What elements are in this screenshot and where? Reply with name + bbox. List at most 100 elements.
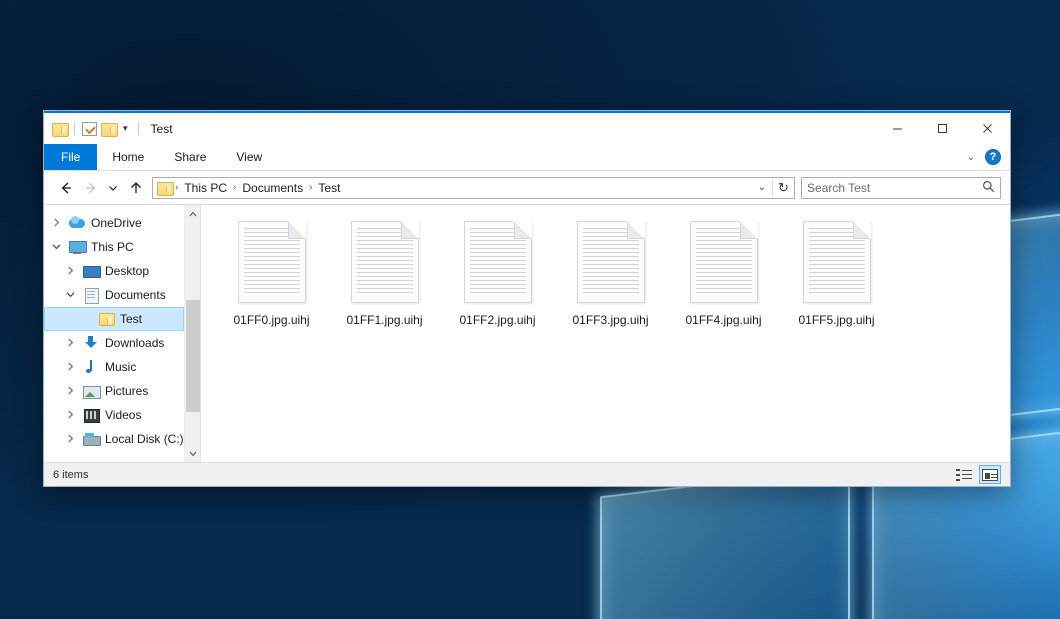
chevron-right-icon[interactable] — [64, 362, 77, 373]
breadcrumb-item-test[interactable]: Test — [313, 181, 345, 195]
chevron-right-icon[interactable] — [64, 410, 77, 421]
generic-document-icon — [803, 221, 871, 303]
chevron-down-icon[interactable] — [64, 290, 77, 300]
scroll-down-icon[interactable] — [185, 445, 201, 462]
sidebar-item-label: Desktop — [105, 264, 149, 278]
sidebar-item-pictures[interactable]: Pictures — [44, 379, 184, 403]
file-name-label: 01FF1.jpg.uihj — [346, 313, 422, 327]
pictures-icon — [83, 383, 99, 399]
chevron-down-icon[interactable]: ▾ — [120, 124, 131, 133]
folder-tree: OneDrive This PC Desktop DocumentsTest Downl… — [44, 205, 184, 462]
scroll-up-icon[interactable] — [185, 205, 201, 222]
view-toggle-group — [953, 465, 1001, 484]
file-grid: 01FF0.jpg.uihj 01FF1.jpg.uihj 01FF2.jpg.ui… — [215, 217, 1010, 337]
sidebar-item-downloads[interactable]: Downloads — [44, 331, 184, 355]
navigation-scrollbar[interactable] — [184, 205, 200, 462]
properties-checkbox-icon[interactable] — [82, 122, 97, 136]
sidebar-item-music[interactable]: Music — [44, 355, 184, 379]
sidebar-item-label: Music — [105, 360, 136, 374]
refresh-icon[interactable]: ↻ — [772, 180, 794, 196]
sidebar-item-onedrive[interactable]: OneDrive — [44, 211, 184, 235]
page-fold-corner — [740, 221, 758, 239]
chevron-down-icon[interactable] — [50, 242, 63, 252]
generic-document-icon — [238, 221, 306, 303]
desktop: ▾ Test File Home Share View — [0, 0, 1060, 619]
help-icon[interactable]: ? — [985, 149, 1001, 165]
file-item[interactable]: 01FF2.jpg.uihj — [441, 217, 554, 337]
sidebar-item-documents[interactable]: Documents — [44, 283, 184, 307]
disk-icon — [83, 431, 99, 447]
expand-ribbon-icon[interactable]: ⌄ — [967, 152, 975, 163]
sidebar-item-desktop[interactable]: Desktop — [44, 259, 184, 283]
documents-icon — [83, 287, 99, 303]
search-icon[interactable] — [982, 180, 995, 196]
sidebar-item-videos[interactable]: Videos — [44, 403, 184, 427]
large-icons-view-icon — [982, 469, 998, 481]
folder-icon[interactable] — [52, 122, 67, 135]
quick-access-toolbar: ▾ — [52, 122, 142, 136]
scrollbar-track[interactable] — [185, 222, 201, 445]
sidebar-item-local-disk-c[interactable]: Local Disk (C:) — [44, 427, 184, 451]
recent-locations-button[interactable] — [103, 176, 123, 200]
generic-document-icon — [351, 221, 419, 303]
sidebar-item-label: Local Disk (C:) — [105, 432, 184, 446]
sidebar-item-test[interactable]: Test — [44, 307, 184, 331]
search-box[interactable]: Search Test — [801, 177, 1001, 199]
file-item[interactable]: 01FF5.jpg.uihj — [780, 217, 893, 337]
sidebar-item-label: OneDrive — [91, 216, 142, 230]
address-dropdown-icon[interactable]: ⌄ — [752, 182, 772, 193]
back-button[interactable] — [53, 176, 78, 200]
music-icon — [83, 359, 99, 375]
status-bar: 6 items — [44, 462, 1010, 486]
window-title: Test — [151, 122, 173, 136]
chevron-right-icon[interactable] — [64, 386, 77, 397]
sidebar-item-label: Pictures — [105, 384, 148, 398]
downloads-icon — [83, 335, 99, 351]
search-input[interactable]: Search Test — [807, 181, 982, 195]
file-list-pane[interactable]: 01FF0.jpg.uihj 01FF1.jpg.uihj 01FF2.jpg.ui… — [201, 205, 1010, 462]
tab-share[interactable]: Share — [159, 144, 221, 170]
sidebar-item-label: Downloads — [105, 336, 164, 350]
scrollbar-thumb[interactable] — [186, 300, 200, 412]
title-bar: ▾ Test — [44, 113, 1010, 144]
file-item[interactable]: 01FF4.jpg.uihj — [667, 217, 780, 337]
new-folder-icon[interactable] — [101, 122, 116, 135]
chevron-right-icon[interactable] — [64, 338, 77, 349]
folder-icon — [98, 311, 114, 327]
tab-home[interactable]: Home — [97, 144, 159, 170]
chevron-right-icon[interactable] — [50, 218, 63, 229]
file-explorer-window: ▾ Test File Home Share View — [43, 110, 1011, 487]
minimize-button[interactable] — [875, 113, 920, 144]
ribbon-tabs: File Home Share View ⌄ ? — [44, 144, 1010, 171]
details-view-button[interactable] — [953, 465, 975, 484]
onedrive-icon — [69, 215, 85, 231]
large-icons-view-button[interactable] — [979, 465, 1001, 484]
desktop-icon — [83, 263, 99, 279]
maximize-button[interactable] — [920, 113, 965, 144]
tab-view[interactable]: View — [221, 144, 277, 170]
up-button[interactable] — [123, 176, 148, 200]
generic-document-icon — [690, 221, 758, 303]
breadcrumb-item-this-pc[interactable]: This PC — [179, 181, 232, 195]
sidebar-item-label: Videos — [105, 408, 141, 422]
videos-icon — [83, 407, 99, 423]
page-fold-corner — [853, 221, 871, 239]
file-item[interactable]: 01FF0.jpg.uihj — [215, 217, 328, 337]
navigation-pane: OneDrive This PC Desktop DocumentsTest Downl… — [44, 205, 201, 462]
item-count-label: 6 items — [53, 469, 88, 481]
close-button[interactable] — [965, 113, 1010, 144]
chevron-right-icon[interactable] — [64, 266, 77, 277]
tab-file[interactable]: File — [44, 144, 97, 170]
breadcrumb-item-documents[interactable]: Documents — [237, 181, 308, 195]
chevron-right-icon[interactable] — [64, 434, 77, 445]
page-fold-corner — [627, 221, 645, 239]
file-item[interactable]: 01FF3.jpg.uihj — [554, 217, 667, 337]
address-bar[interactable]: › This PC › Documents › Test ⌄ ↻ — [152, 177, 795, 199]
page-fold-corner — [288, 221, 306, 239]
file-item[interactable]: 01FF1.jpg.uihj — [328, 217, 441, 337]
forward-button[interactable] — [78, 176, 103, 200]
sidebar-item-this-pc[interactable]: This PC — [44, 235, 184, 259]
page-fold-corner — [401, 221, 419, 239]
page-fold-corner — [514, 221, 532, 239]
window-controls — [875, 113, 1010, 144]
